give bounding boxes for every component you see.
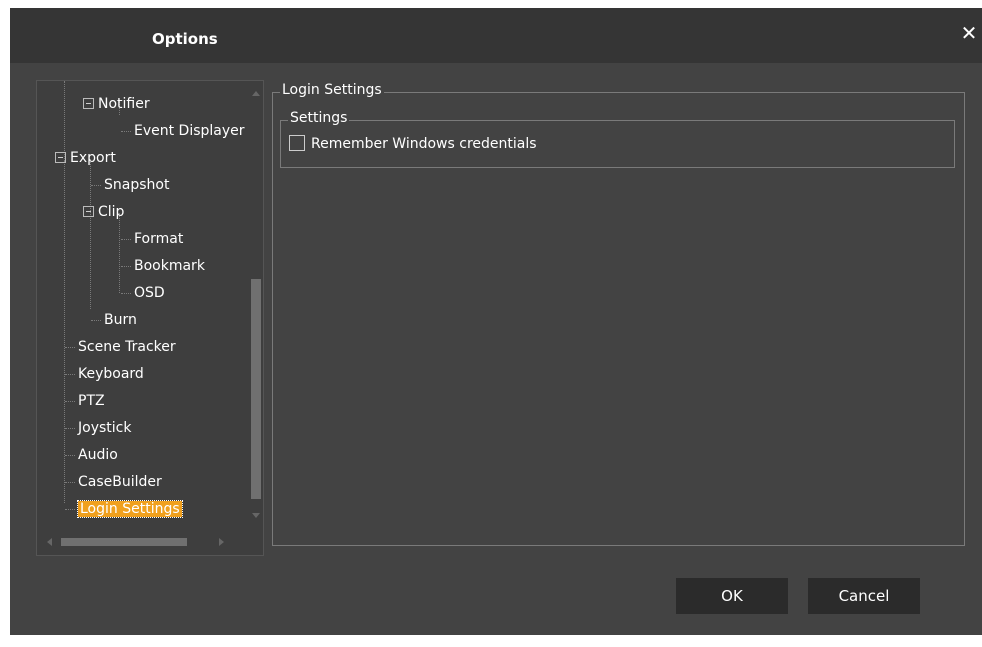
tree-content: Notifier Event Displayer Export Snapshot… (37, 81, 247, 531)
settings-subgroup-title: Settings (288, 110, 350, 126)
scroll-right-icon[interactable] (219, 538, 224, 546)
tree-item-label: Audio (78, 447, 118, 463)
tree-item-label: Clip (98, 204, 125, 220)
close-icon[interactable]: ✕ (958, 22, 980, 44)
tree-item-osd[interactable]: OSD (121, 282, 165, 304)
tree-vertical-scrollbar[interactable] (247, 81, 263, 531)
remember-credentials-checkbox[interactable] (289, 135, 305, 151)
tree-item-label: Login Settings (77, 500, 183, 518)
vertical-scroll-thumb[interactable] (251, 279, 261, 499)
tree-item-label: Scene Tracker (78, 339, 176, 355)
options-dialog: Options ✕ Notifier Event Displayer Expor… (10, 8, 982, 635)
tree-item-label: Keyboard (78, 366, 144, 382)
tree-item-label: Snapshot (104, 177, 170, 193)
tree-item-label: Bookmark (134, 258, 205, 274)
title-bar: Options ✕ (10, 8, 982, 63)
tree-item-label: Export (70, 150, 116, 166)
remember-credentials-label: Remember Windows credentials (311, 136, 537, 152)
tree-item-format[interactable]: Format (121, 228, 183, 250)
tree-item-scene-tracker[interactable]: Scene Tracker (65, 336, 176, 358)
tree-item-label: Event Displayer (134, 123, 245, 139)
tree-item-login-settings[interactable]: Login Settings (65, 498, 183, 520)
collapse-icon[interactable] (83, 205, 94, 217)
tree-item-label: Joystick (78, 420, 132, 436)
tree-item-joystick[interactable]: Joystick (65, 417, 131, 439)
tree-item-ptz[interactable]: PTZ (65, 390, 105, 412)
tree-item-notifier[interactable]: Notifier (83, 93, 150, 115)
collapse-icon[interactable] (83, 97, 94, 109)
scroll-down-icon[interactable] (252, 513, 260, 518)
remember-credentials-option[interactable]: Remember Windows credentials (289, 134, 537, 154)
tree-item-burn[interactable]: Burn (91, 309, 137, 331)
tree-item-clip[interactable]: Clip (83, 201, 124, 223)
tree-item-casebuilder[interactable]: CaseBuilder (65, 471, 162, 493)
tree-item-label: Burn (104, 312, 137, 328)
tree-item-label: CaseBuilder (78, 474, 162, 490)
tree-item-export[interactable]: Export (55, 147, 116, 169)
tree-item-label: OSD (134, 285, 165, 301)
options-tree: Notifier Event Displayer Export Snapshot… (36, 80, 264, 556)
tree-item-label: PTZ (78, 393, 105, 409)
tree-item-snapshot[interactable]: Snapshot (91, 174, 169, 196)
tree-item-bookmark[interactable]: Bookmark (121, 255, 205, 277)
ok-button[interactable]: OK (676, 578, 788, 614)
tree-item-label: Notifier (98, 96, 150, 112)
tree-item-label: Format (134, 231, 184, 247)
tree-item-keyboard[interactable]: Keyboard (65, 363, 144, 385)
dialog-title: Options (152, 30, 218, 48)
tree-item-event-displayer[interactable]: Event Displayer (121, 120, 245, 142)
cancel-button[interactable]: Cancel (808, 578, 920, 614)
login-settings-group-title: Login Settings (280, 82, 384, 98)
collapse-icon[interactable] (55, 151, 66, 163)
horizontal-scroll-thumb[interactable] (61, 538, 187, 546)
tree-horizontal-scrollbar[interactable] (37, 531, 247, 553)
scroll-up-icon[interactable] (252, 91, 260, 96)
tree-item-audio[interactable]: Audio (65, 444, 118, 466)
scroll-left-icon[interactable] (47, 538, 52, 546)
